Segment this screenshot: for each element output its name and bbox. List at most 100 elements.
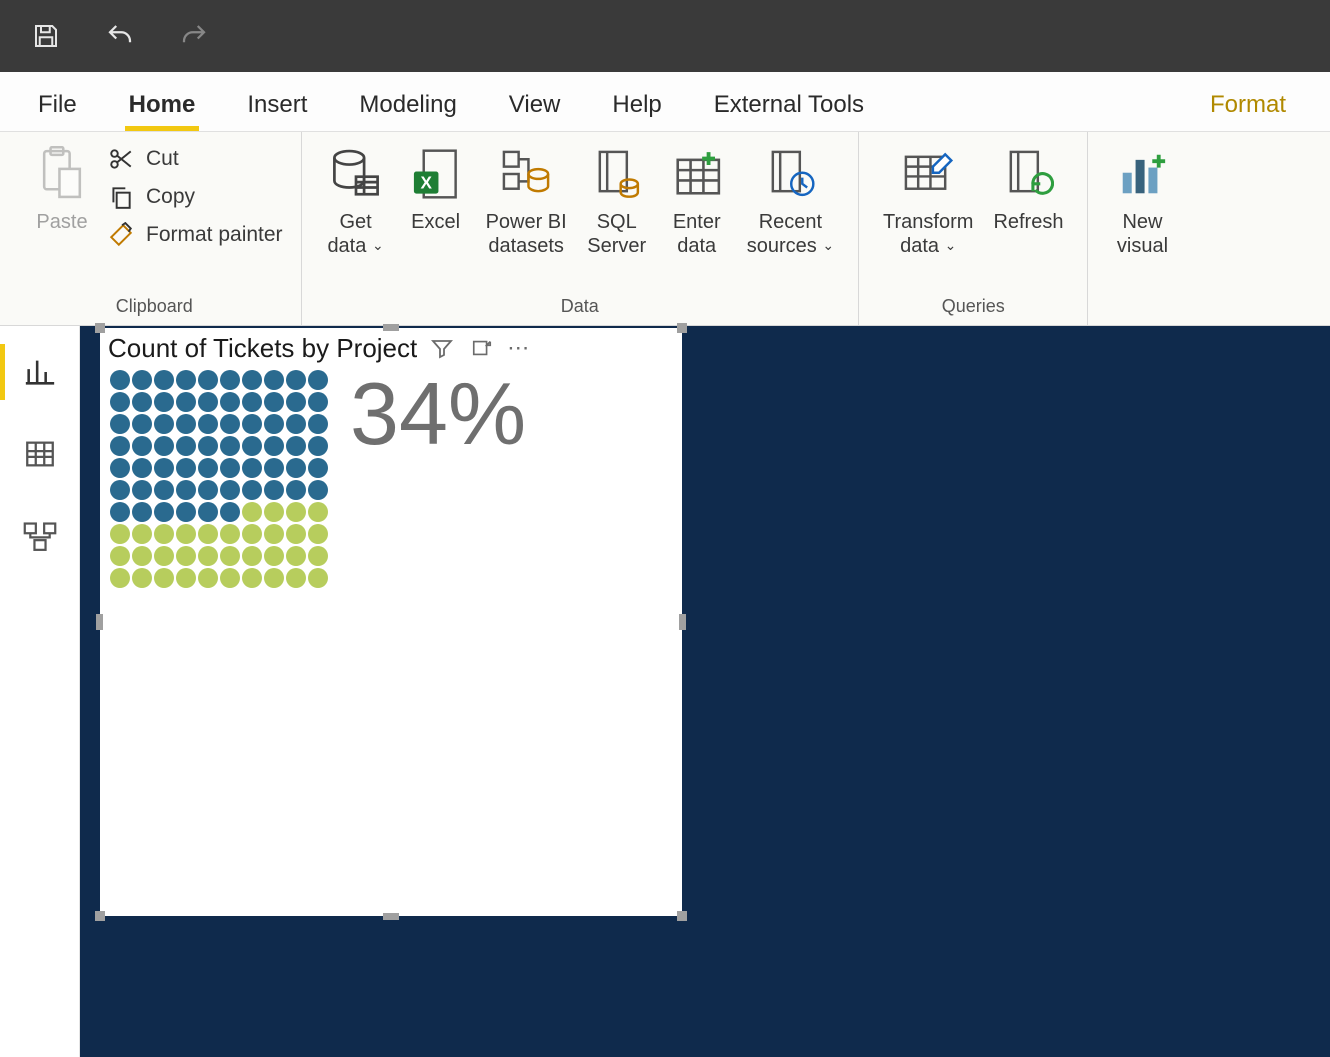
waffle-dot <box>110 524 130 544</box>
waffle-dot <box>154 480 174 500</box>
refresh-icon <box>998 144 1058 204</box>
l2: data ⌄ <box>900 234 956 258</box>
waffle-dot <box>198 480 218 500</box>
undo-button[interactable] <box>102 18 138 54</box>
redo-button[interactable] <box>176 18 212 54</box>
focus-mode-icon[interactable] <box>467 333 497 363</box>
tab-home[interactable]: Home <box>125 91 200 131</box>
waffle-dot <box>264 546 284 566</box>
l1: Refresh <box>993 210 1063 234</box>
format-painter-button[interactable]: Format painter <box>106 220 283 250</box>
waffle-dot <box>176 546 196 566</box>
filter-icon[interactable] <box>427 333 457 363</box>
waffle-dot <box>110 458 130 478</box>
sql-server-icon <box>587 144 647 204</box>
powerbi-datasets-icon <box>496 144 556 204</box>
l1: New <box>1122 210 1162 234</box>
chevron-down-icon: ⌄ <box>945 237 957 254</box>
new-visual-button[interactable]: New visual <box>1102 138 1182 258</box>
report-view-button[interactable] <box>16 348 64 396</box>
waffle-dot <box>242 502 262 522</box>
waffle-dot <box>154 370 174 390</box>
tab-external-tools[interactable]: External Tools <box>710 91 868 131</box>
tab-file[interactable]: File <box>34 91 81 131</box>
waffle-dot <box>110 370 130 390</box>
waffle-dot <box>220 502 240 522</box>
waffle-dot <box>308 414 328 434</box>
excel-button[interactable]: X Excel <box>396 138 476 258</box>
group-data-label: Data <box>561 296 599 323</box>
waffle-dot <box>220 414 240 434</box>
group-queries: Transform data ⌄ Refresh Queries <box>859 132 1088 325</box>
waffle-dot <box>264 568 284 588</box>
group-clipboard-label: Clipboard <box>116 296 193 323</box>
waffle-dot <box>154 436 174 456</box>
visual-container[interactable]: Count of Tickets by Project ⋯ 34% <box>100 328 682 916</box>
waffle-dot <box>242 436 262 456</box>
paste-button[interactable]: Paste <box>22 138 102 234</box>
visual-body: 34% <box>100 366 682 598</box>
model-view-button[interactable] <box>16 512 64 560</box>
waffle-dot <box>154 392 174 412</box>
waffle-dot <box>242 458 262 478</box>
waffle-dot <box>264 392 284 412</box>
copy-button[interactable]: Copy <box>106 182 283 212</box>
waffle-dot <box>198 502 218 522</box>
transform-data-button[interactable]: Transform data ⌄ <box>873 138 983 258</box>
workspace: Count of Tickets by Project ⋯ 34% <box>0 326 1330 1057</box>
waffle-dot <box>132 392 152 412</box>
group-data: Get data ⌄ X Excel <box>302 132 859 325</box>
waffle-dot <box>198 436 218 456</box>
waffle-dot <box>220 392 240 412</box>
cut-button[interactable]: Cut <box>106 144 283 174</box>
waffle-dot <box>176 568 196 588</box>
waffle-dot <box>308 502 328 522</box>
save-button[interactable] <box>28 18 64 54</box>
l1: Recent <box>759 210 822 234</box>
waffle-dot <box>308 392 328 412</box>
report-canvas[interactable]: Count of Tickets by Project ⋯ 34% <box>80 326 1330 1057</box>
recent-sources-button[interactable]: Recent sources ⌄ <box>737 138 844 258</box>
more-options-button[interactable]: ⋯ <box>507 335 531 361</box>
database-icon <box>326 144 386 204</box>
chevron-down-icon: ⌄ <box>372 237 384 254</box>
l1: Excel <box>411 210 460 234</box>
l2: data ⌄ <box>327 234 383 258</box>
waffle-dot <box>286 524 306 544</box>
waffle-dot <box>198 392 218 412</box>
copy-icon <box>106 182 136 212</box>
waffle-dot <box>176 436 196 456</box>
waffle-dot <box>308 370 328 390</box>
sql-server-button[interactable]: SQL Server <box>577 138 657 258</box>
waffle-dot <box>110 480 130 500</box>
tab-view[interactable]: View <box>505 91 565 131</box>
l1: Power BI <box>486 210 567 234</box>
enter-data-button[interactable]: Enter data <box>657 138 737 258</box>
waffle-dot <box>198 414 218 434</box>
l2: sources ⌄ <box>747 234 834 258</box>
powerbi-datasets-button[interactable]: Power BI datasets <box>476 138 577 258</box>
tab-help[interactable]: Help <box>608 91 665 131</box>
tab-format[interactable]: Format <box>1206 91 1300 131</box>
waffle-dot <box>286 480 306 500</box>
tab-modeling[interactable]: Modeling <box>355 91 460 131</box>
refresh-button[interactable]: Refresh <box>983 138 1073 258</box>
waffle-dot <box>220 480 240 500</box>
waffle-dot <box>308 458 328 478</box>
waffle-dot <box>132 502 152 522</box>
waffle-dot <box>110 392 130 412</box>
waffle-dot <box>132 458 152 478</box>
data-view-button[interactable] <box>16 430 64 478</box>
tab-insert[interactable]: Insert <box>243 91 311 131</box>
waffle-dot <box>264 414 284 434</box>
waffle-dot <box>242 568 262 588</box>
ribbon-tabs: File Home Insert Modeling View Help Exte… <box>0 72 1330 132</box>
waffle-dot <box>242 392 262 412</box>
get-data-button[interactable]: Get data ⌄ <box>316 138 396 258</box>
waffle-dot <box>154 414 174 434</box>
waffle-dot <box>286 370 306 390</box>
percent-label: 34% <box>350 370 526 588</box>
waffle-dot <box>308 568 328 588</box>
waffle-dot <box>220 370 240 390</box>
waffle-dot <box>154 546 174 566</box>
